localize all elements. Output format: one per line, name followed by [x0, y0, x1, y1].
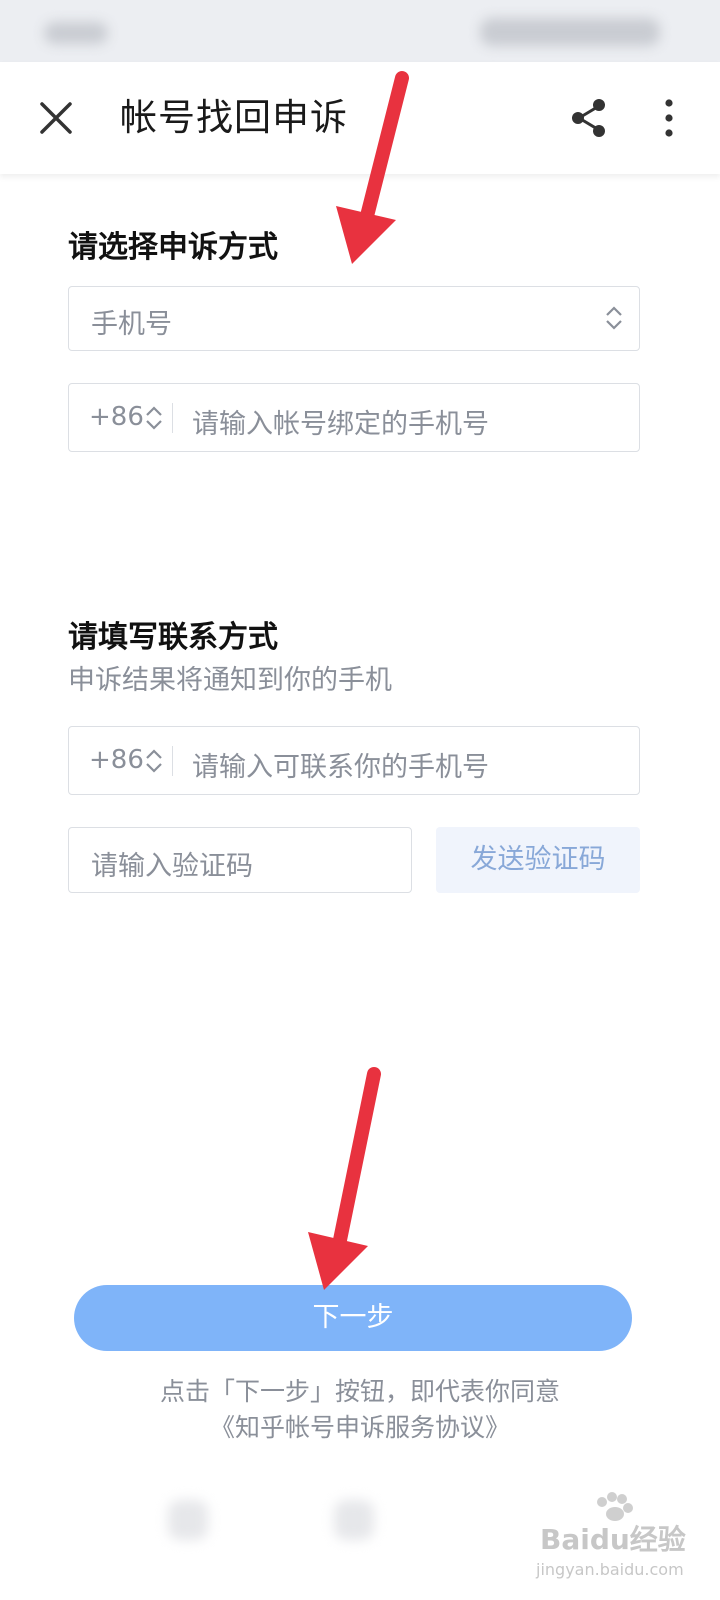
agreement-link[interactable]: 《知乎帐号申诉服务协议》 — [210, 1413, 510, 1442]
nav-blur-center — [334, 1500, 374, 1540]
watermark-brand: Baidu经验 — [540, 1523, 686, 1556]
watermark-url: jingyan.baidu.com — [536, 1560, 684, 1579]
nav-blur-left — [168, 1500, 208, 1540]
annotation-arrow-bottom — [308, 1067, 381, 1290]
agreement-link-row: 《知乎帐号申诉服务协议》 — [0, 1408, 720, 1444]
agreement-text: 点击「下一步」按钮，即代表你同意 — [159, 1377, 560, 1406]
